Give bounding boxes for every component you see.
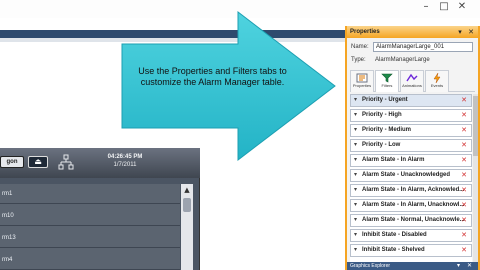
filters-icon	[381, 73, 393, 83]
chevron-down-icon[interactable]: ▾	[354, 171, 362, 178]
delete-icon[interactable]: ✕	[461, 215, 467, 226]
filter-label: Alarm State - Unacknowledged	[362, 172, 451, 178]
filter-item[interactable]: ▾ Alarm State - Unacknowledged ✕	[350, 169, 472, 182]
callout-text: Use the Properties and Filters tabs to c…	[138, 66, 287, 87]
tab-properties[interactable]: Properties	[350, 70, 374, 92]
chevron-down-icon[interactable]: ▾	[354, 216, 362, 223]
filter-item[interactable]: ▾ Priority - High ✕	[350, 109, 472, 122]
filter-item[interactable]: ▾ Alarm State - In Alarm, Unacknowl... ✕	[350, 199, 472, 212]
filter-item[interactable]: ▾ Inhibit State - Shelved ✕	[350, 244, 472, 257]
filter-label: Priority - Urgent	[362, 97, 408, 103]
properties-title-text: Properties	[350, 29, 380, 35]
filter-item[interactable]: ▾ Inhibit State - Disabled ✕	[350, 229, 472, 242]
tab-filters[interactable]: Filters	[375, 70, 399, 92]
properties-panel-title: Properties ▾ ✕	[347, 26, 478, 38]
delete-icon[interactable]: ✕	[461, 230, 467, 241]
filter-item[interactable]: ▾ Priority - Urgent ✕	[350, 94, 472, 107]
chevron-down-icon[interactable]: ▾	[354, 201, 362, 208]
type-value: AlarmManagerLarge	[375, 57, 430, 63]
chevron-down-icon[interactable]: ▾	[354, 186, 362, 193]
graphics-explorer-title: Graphics Explorer	[350, 263, 391, 269]
panel-close-button[interactable]: ✕	[466, 27, 476, 37]
delete-icon[interactable]: ✕	[461, 140, 467, 151]
filter-label: Priority - Low	[362, 142, 401, 148]
delete-icon[interactable]: ✕	[461, 170, 467, 181]
filter-item[interactable]: ▾ Alarm State - Normal, Unacknowle... ✕	[350, 214, 472, 227]
delete-icon[interactable]: ✕	[461, 125, 467, 136]
tab-events[interactable]: Events	[425, 70, 449, 92]
filter-list: ▾ Priority - Urgent ✕ ▾ Priority - High ✕ ▾ P…	[350, 94, 472, 264]
chevron-down-icon[interactable]: ▾	[354, 111, 362, 118]
filter-item[interactable]: ▾ Alarm State - In Alarm, Acknowled... ✕	[350, 184, 472, 197]
delete-icon[interactable]: ✕	[461, 200, 467, 211]
tab-properties-label: Properties	[352, 83, 372, 88]
delete-icon[interactable]: ✕	[461, 185, 467, 196]
graphics-explorer-bar[interactable]: Graphics Explorer ▾ ✕	[347, 262, 478, 270]
scroll-thumb[interactable]	[473, 96, 478, 156]
panel-menu-button[interactable]: ▾	[455, 27, 465, 37]
filter-label: Inhibit State - Shelved	[362, 247, 425, 253]
filter-label: Inhibit State - Disabled	[362, 232, 427, 238]
name-label: Name:	[351, 44, 369, 50]
filter-label: Alarm State - In Alarm	[362, 157, 425, 163]
chevron-down-icon[interactable]: ▾	[354, 96, 362, 103]
animations-icon	[406, 73, 418, 82]
delete-icon[interactable]: ✕	[461, 110, 467, 121]
delete-icon[interactable]: ✕	[461, 95, 467, 106]
tab-animations[interactable]: Animations	[400, 70, 424, 92]
delete-icon[interactable]: ✕	[461, 245, 467, 256]
events-icon	[433, 73, 441, 83]
tab-filters-label: Filters	[381, 83, 393, 88]
explorer-close-button[interactable]: ✕	[467, 262, 472, 270]
tab-animations-label: Animations	[402, 83, 422, 88]
explorer-menu-button[interactable]: ▾	[457, 262, 460, 270]
filter-label: Alarm State - In Alarm, Acknowled...	[362, 187, 465, 193]
chevron-down-icon[interactable]: ▾	[354, 156, 362, 163]
filter-label: Alarm State - Normal, Unacknowle...	[362, 217, 465, 223]
filter-item[interactable]: ▾ Alarm State - In Alarm ✕	[350, 154, 472, 167]
filter-label: Alarm State - In Alarm, Unacknowl...	[362, 202, 465, 208]
chevron-down-icon[interactable]: ▾	[354, 231, 362, 238]
delete-icon[interactable]: ✕	[461, 155, 467, 166]
filter-label: Priority - Medium	[362, 127, 412, 133]
filter-item[interactable]: ▾ Priority - Medium ✕	[350, 124, 472, 137]
chevron-down-icon[interactable]: ▾	[354, 126, 362, 133]
chevron-down-icon[interactable]: ▾	[354, 141, 362, 148]
chevron-down-icon[interactable]: ▾	[354, 246, 362, 253]
properties-panel: Properties ▾ ✕ Name: AlarmManagerLarge_0…	[345, 26, 480, 270]
filter-label: Priority - High	[362, 112, 402, 118]
type-label: Type:	[351, 57, 366, 63]
filter-list-scrollbar[interactable]	[473, 94, 478, 264]
filter-item[interactable]: ▾ Priority - Low ✕	[350, 139, 472, 152]
properties-tabs: Properties Filters Animations Events	[350, 70, 475, 92]
name-field[interactable]: AlarmManagerLarge_001	[373, 42, 473, 52]
tab-events-label: Events	[430, 83, 444, 88]
properties-icon	[356, 73, 368, 83]
